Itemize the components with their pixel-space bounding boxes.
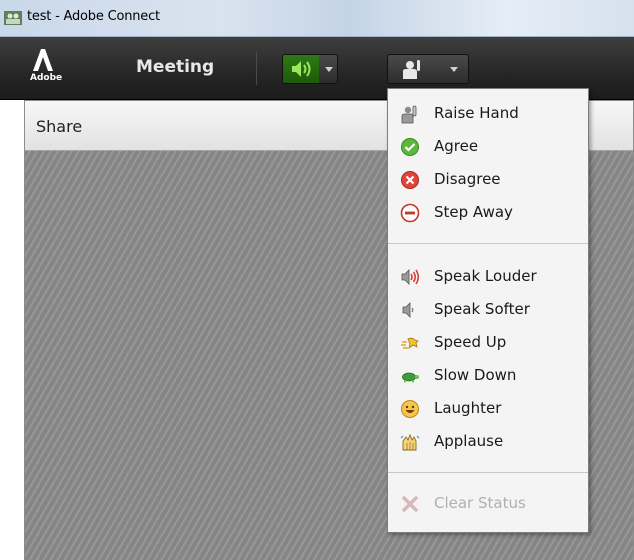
speaker-toggle[interactable]	[283, 55, 319, 83]
chevron-down-icon	[450, 67, 458, 72]
menu-item-applause[interactable]: Applause	[388, 427, 588, 457]
adobe-logo: Adobe	[30, 47, 63, 91]
speak-softer-icon	[400, 300, 420, 320]
adobe-connect-app-icon	[4, 10, 22, 25]
share-pod-title: Share	[36, 117, 83, 136]
status-dropdown-menu: Raise Hand Agree Disagree Step Away Spea…	[387, 88, 589, 533]
adobe-logo-text: Adobe	[30, 73, 63, 83]
menu-item-raise-hand[interactable]: Raise Hand	[388, 99, 588, 129]
menu-item-laughter[interactable]: Laughter	[388, 394, 588, 424]
speaker-dropdown-button[interactable]	[320, 55, 338, 83]
agree-check-icon	[400, 137, 420, 157]
menu-item-label: Slow Down	[434, 366, 517, 384]
raise-hand-icon	[400, 104, 420, 124]
menu-item-speak-louder[interactable]: Speak Louder	[388, 262, 588, 292]
menu-item-speed-up[interactable]: Speed Up	[388, 328, 588, 358]
speak-louder-icon	[400, 267, 420, 287]
menu-item-label: Speak Softer	[434, 300, 530, 318]
menu-item-label: Step Away	[434, 203, 513, 221]
step-away-icon	[400, 203, 420, 223]
raise-hand-status-icon	[403, 60, 420, 79]
status-toggle[interactable]	[388, 55, 436, 83]
menu-item-label: Clear Status	[434, 494, 526, 512]
menu-item-speak-softer[interactable]: Speak Softer	[388, 295, 588, 325]
speed-up-icon	[400, 333, 420, 353]
menu-divider	[388, 243, 588, 244]
status-dropdown-button[interactable]	[441, 55, 467, 83]
disagree-x-icon	[400, 170, 420, 190]
menu-item-disagree[interactable]: Disagree	[388, 165, 588, 195]
menu-item-slow-down[interactable]: Slow Down	[388, 361, 588, 391]
menu-item-label: Speak Louder	[434, 267, 537, 285]
clear-status-icon	[400, 494, 420, 514]
applause-hands-icon	[400, 432, 420, 452]
menu-item-label: Applause	[434, 432, 504, 450]
menu-item-step-away[interactable]: Step Away	[388, 198, 588, 228]
meeting-menu[interactable]: Meeting	[136, 57, 214, 77]
my-status-button[interactable]	[387, 54, 469, 84]
menu-item-clear-status[interactable]: Clear Status	[388, 489, 588, 519]
menu-item-label: Disagree	[434, 170, 501, 188]
menu-item-label: Agree	[434, 137, 479, 155]
window-title: test - Adobe Connect	[27, 9, 160, 24]
laughter-smiley-icon	[400, 399, 420, 419]
menu-item-label: Laughter	[434, 399, 502, 417]
speaker-button[interactable]	[282, 54, 338, 84]
toolbar-separator	[256, 51, 257, 85]
menu-divider	[388, 472, 588, 473]
menu-item-label: Speed Up	[434, 333, 507, 351]
window-title-bar: test - Adobe Connect	[0, 0, 634, 37]
menu-item-agree[interactable]: Agree	[388, 132, 588, 162]
menu-item-label: Raise Hand	[434, 104, 519, 122]
slow-down-turtle-icon	[400, 366, 420, 386]
chevron-down-icon	[325, 67, 333, 72]
speaker-icon	[292, 61, 311, 77]
